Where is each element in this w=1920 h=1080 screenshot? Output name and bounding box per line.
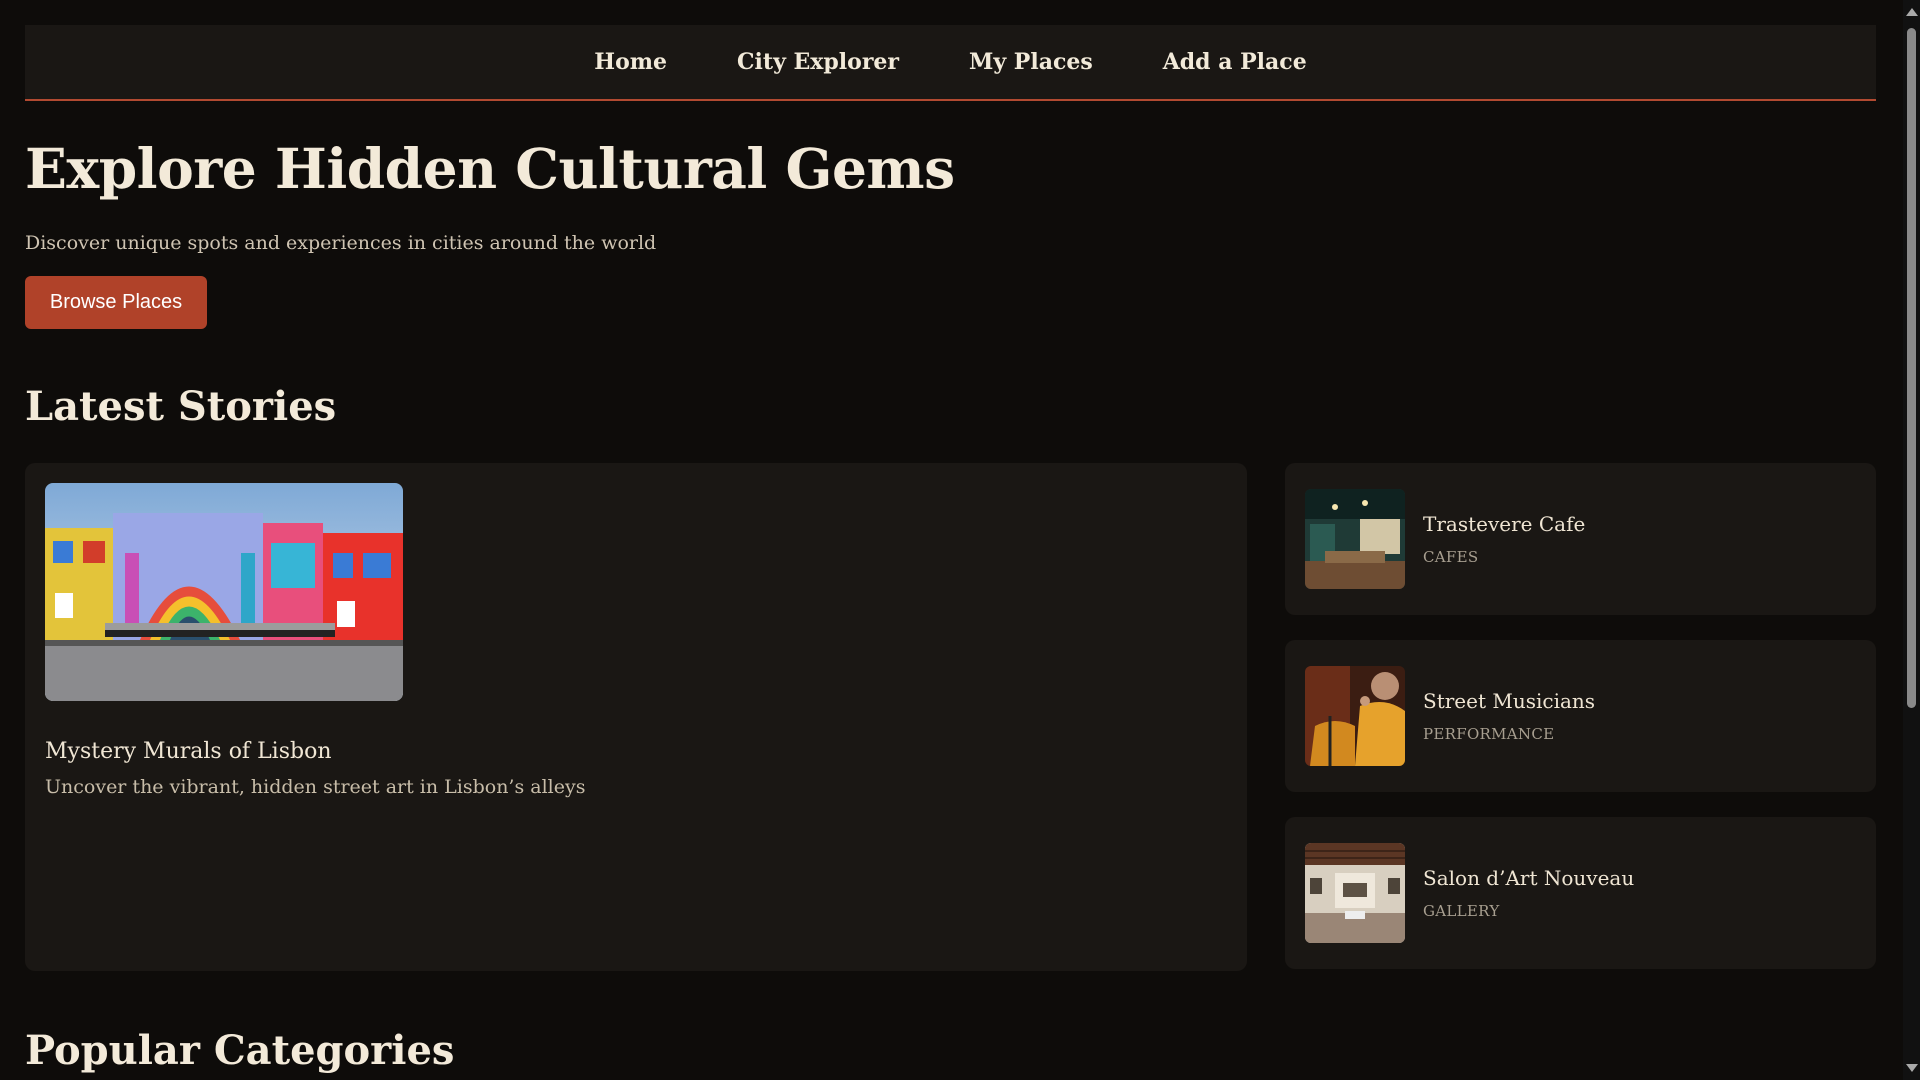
musicians-image <box>1305 666 1405 766</box>
story-text: Salon d’Art Nouveau GALLERY <box>1423 866 1634 920</box>
cafe-image <box>1305 489 1405 589</box>
story-category: CAFES <box>1423 548 1479 566</box>
story-text: Trastevere Cafe CAFES <box>1423 512 1585 566</box>
popular-categories-heading: Popular Categories <box>25 1027 455 1074</box>
featured-story-card[interactable]: Mystery Murals of Lisbon Uncover the vib… <box>25 463 1247 971</box>
hero-subtitle: Discover unique spots and experiences in… <box>25 232 657 254</box>
story-title[interactable]: Salon d’Art Nouveau <box>1423 866 1634 890</box>
gallery-image <box>1305 843 1405 943</box>
nav-my-places[interactable]: My Places <box>969 49 1093 75</box>
page: Home City Explorer My Places Add a Place… <box>0 0 1920 1080</box>
vertical-scrollbar[interactable] <box>1903 0 1920 1080</box>
featured-story-title[interactable]: Mystery Murals of Lisbon <box>45 739 1227 764</box>
story-card-salon-art-nouveau[interactable]: Salon d’Art Nouveau GALLERY <box>1285 817 1876 969</box>
scroll-down-arrow-icon[interactable] <box>1906 1064 1918 1072</box>
browse-places-button[interactable]: Browse Places <box>25 276 207 329</box>
story-card-street-musicians[interactable]: Street Musicians PERFORMANCE <box>1285 640 1876 792</box>
scrollbar-thumb[interactable] <box>1907 28 1916 708</box>
featured-story-description: Uncover the vibrant, hidden street art i… <box>45 776 586 798</box>
nav-city-explorer[interactable]: City Explorer <box>737 49 899 75</box>
story-title[interactable]: Street Musicians <box>1423 689 1595 713</box>
latest-stories-heading: Latest Stories <box>25 383 337 430</box>
story-card-trastevere-cafe[interactable]: Trastevere Cafe CAFES <box>1285 463 1876 615</box>
story-category: GALLERY <box>1423 902 1500 920</box>
top-nav: Home City Explorer My Places Add a Place <box>25 25 1876 101</box>
nav-add-a-place[interactable]: Add a Place <box>1163 49 1307 75</box>
nav-home[interactable]: Home <box>594 49 667 75</box>
hero-title: Explore Hidden Cultural Gems <box>25 136 955 201</box>
main-content: Home City Explorer My Places Add a Place… <box>25 25 1876 1071</box>
story-category: PERFORMANCE <box>1423 725 1555 743</box>
story-title[interactable]: Trastevere Cafe <box>1423 512 1585 536</box>
mural-image <box>45 483 403 701</box>
side-stories-list: Trastevere Cafe CAFES Street Musicians P… <box>1285 463 1876 971</box>
scroll-up-arrow-icon[interactable] <box>1906 8 1918 16</box>
stories-row: Mystery Murals of Lisbon Uncover the vib… <box>25 463 1876 971</box>
story-text: Street Musicians PERFORMANCE <box>1423 689 1595 743</box>
